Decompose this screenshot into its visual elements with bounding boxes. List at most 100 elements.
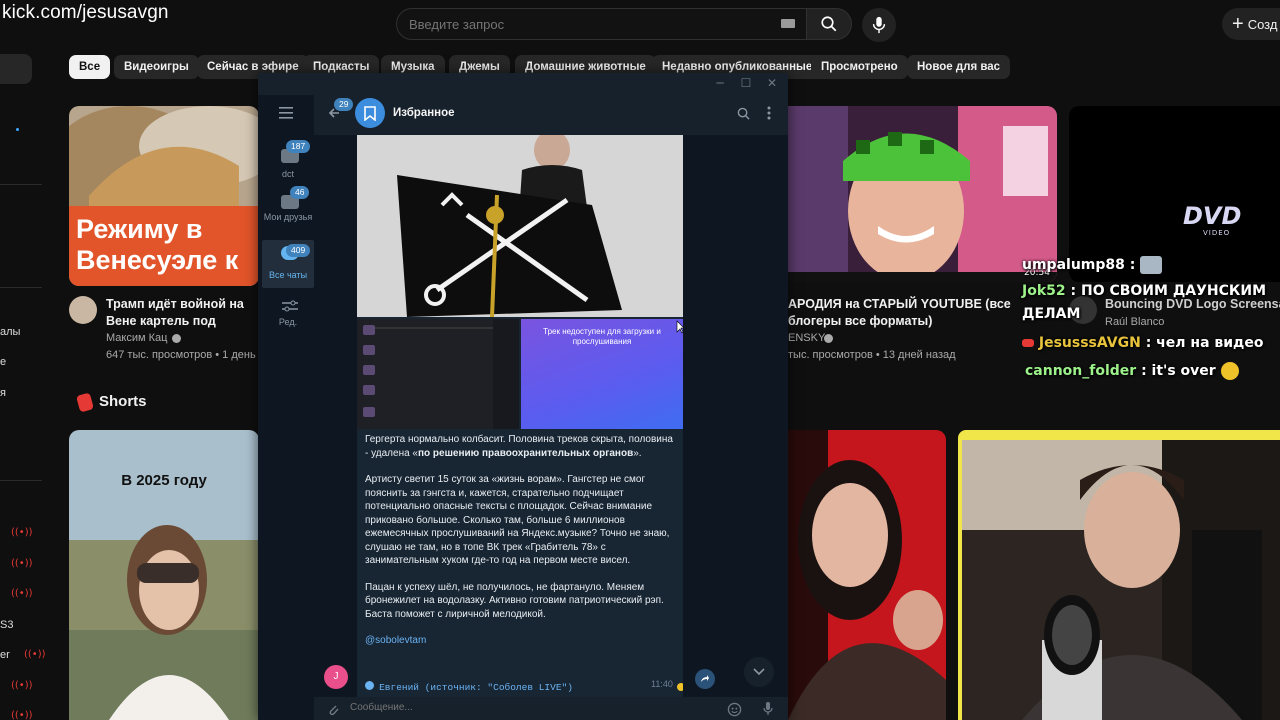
sidebar-item[interactable]: я [0, 387, 6, 399]
chip-watched[interactable]: Просмотрено [811, 55, 908, 79]
search-icon [821, 16, 837, 32]
chip-all[interactable]: Все [69, 55, 111, 79]
forward-source[interactable]: Евгений (источник: "Соболев LIVE") [365, 675, 573, 694]
forward-button[interactable] [695, 669, 715, 689]
message-p1-bold: по решению правоохранительных органов [418, 447, 634, 459]
reaction-emoji-icon[interactable] [677, 683, 683, 691]
channel-name[interactable]: ENSKY [788, 332, 825, 344]
sidebar-item[interactable]: е [0, 356, 6, 368]
create-button[interactable]: + Созд [1222, 8, 1280, 40]
thumbnail-image [788, 106, 1057, 282]
message-p3: Пацан к успеху шёл, не получилось, не фа… [365, 581, 664, 620]
message-screenshot[interactable] [357, 319, 519, 429]
unread-badge: 46 [290, 186, 310, 199]
video-thumbnail[interactable]: Режиму в Венесуэле к [69, 106, 259, 286]
chat-username: umpalump88 [1022, 257, 1125, 273]
window-titlebar[interactable]: ─ ☐ ✕ [258, 73, 788, 95]
chat-username: cannon_folder [1025, 363, 1137, 379]
folder-my-friends[interactable]: Мои друзья 46 [262, 186, 314, 237]
video-thumbnail[interactable] [788, 106, 1057, 282]
channel-avatar[interactable] [69, 296, 97, 324]
chat-text: : it's over [1141, 363, 1216, 379]
stream-watermark: kick.com/jesusavgn [2, 2, 169, 23]
channel-link[interactable]: @sobolevtam [365, 635, 426, 646]
chat-title[interactable]: Избранное [393, 107, 455, 119]
folder-label: dct [281, 169, 294, 179]
sender-avatar[interactable]: J [324, 665, 348, 689]
short-thumbnail[interactable]: В 2025 году [69, 430, 259, 720]
message-list[interactable]: Трек недоступен для загрузки и прослушив… [314, 135, 788, 697]
folder-label: Все чаты [268, 270, 308, 280]
audio-track-card[interactable]: Трек недоступен для загрузки и прослушив… [521, 319, 683, 429]
more-vertical-icon[interactable] [767, 106, 771, 120]
keyboard-icon[interactable] [781, 19, 795, 28]
short-thumbnail[interactable] [788, 430, 946, 720]
heart-emote-icon [1022, 339, 1034, 347]
video-title[interactable]: АРОДИЯ на СТАРЫЙ YOUTUBE (все блогеры вс… [788, 296, 1018, 330]
microphone-icon [872, 16, 886, 34]
chat-username: Jok52 [1022, 283, 1066, 299]
sidebar-item[interactable]: S3 [0, 619, 13, 631]
emoji-emote-icon [1220, 362, 1239, 380]
folder-label: Ред. [278, 317, 298, 327]
bookmark-icon [364, 105, 376, 121]
dvd-logo-sub: VIDEO [1203, 229, 1231, 237]
live-icon: ((•)) [11, 558, 33, 569]
voice-search-button[interactable] [862, 8, 896, 42]
search-button[interactable] [806, 8, 852, 40]
user-icon [365, 681, 374, 690]
sidebar-item[interactable]: алы [0, 326, 20, 338]
unread-badge: 187 [286, 140, 311, 153]
chat-message: Jok52 : ПО СВОИМ ДАУНСКИМ [1022, 283, 1266, 299]
microphone-icon[interactable] [762, 701, 774, 717]
attach-icon[interactable] [326, 702, 340, 716]
saved-messages-avatar[interactable] [355, 98, 385, 128]
track-unavailable-text: Трек недоступен для загрузки и прослушив… [543, 327, 661, 346]
channel-name[interactable]: Raúl Blanco [1105, 316, 1164, 328]
minimize-icon[interactable]: ─ [713, 76, 727, 90]
message-p2: Артисту светит 15 суток за «жизнь ворам»… [365, 474, 670, 566]
chat-message: ДЕЛАМ [1022, 306, 1080, 322]
chat-text: : [1129, 257, 1136, 273]
shorts-icon [76, 392, 94, 413]
verified-icon [172, 334, 181, 343]
scroll-down-button[interactable] [744, 657, 774, 687]
chip-new[interactable]: Новое для вас [907, 55, 1011, 79]
maximize-icon[interactable]: ☐ [739, 76, 753, 90]
search-box[interactable] [396, 8, 808, 40]
sidebar-home-item[interactable] [0, 54, 32, 84]
live-icon: ((•)) [11, 588, 33, 599]
short-caption: В 2025 году [121, 472, 207, 489]
notification-dot [16, 128, 19, 131]
close-icon[interactable]: ✕ [765, 76, 779, 90]
live-icon: ((•)) [11, 710, 33, 720]
folder-edit[interactable]: Ред. [262, 293, 314, 341]
sidebar-item[interactable]: er [0, 649, 10, 661]
screen: kick.com/jesusavgn + Созд Все Видеоигры … [0, 0, 1280, 720]
search-icon[interactable] [737, 107, 750, 120]
message-bubble[interactable]: Трек недоступен для загрузки и прослушив… [357, 135, 683, 697]
unread-badge: 409 [286, 244, 311, 257]
cat-emote-icon [1140, 256, 1163, 274]
short-image [788, 430, 946, 720]
chevron-down-icon [753, 668, 765, 676]
emoji-icon[interactable] [727, 702, 742, 717]
create-label: Созд [1247, 16, 1278, 32]
streamer-webcam [962, 440, 1280, 720]
menu-icon[interactable] [279, 107, 293, 119]
search-input[interactable] [409, 16, 769, 32]
chip-videogames[interactable]: Видеоигры [114, 55, 199, 79]
webcam-image [962, 440, 1280, 720]
video-meta: тыс. просмотров • 13 дней назад [788, 349, 956, 361]
folder-dct[interactable]: dct 187 [262, 140, 314, 191]
message-input[interactable] [350, 702, 710, 713]
video-title[interactable]: Трамп идёт войной на Вене картель под вл… [106, 296, 260, 330]
channel-name[interactable]: Максим Кац [106, 332, 167, 344]
chat-text: : чел на видео [1145, 335, 1264, 351]
sliders-icon [282, 300, 298, 312]
chat-message: JesusssAVGN : чел на видео [1022, 335, 1263, 351]
back-unread-badge: 29 [334, 98, 354, 111]
mouse-cursor-icon [676, 320, 684, 334]
folder-all-chats[interactable]: Все чаты 409 [262, 240, 314, 288]
message-photo[interactable] [357, 135, 683, 317]
